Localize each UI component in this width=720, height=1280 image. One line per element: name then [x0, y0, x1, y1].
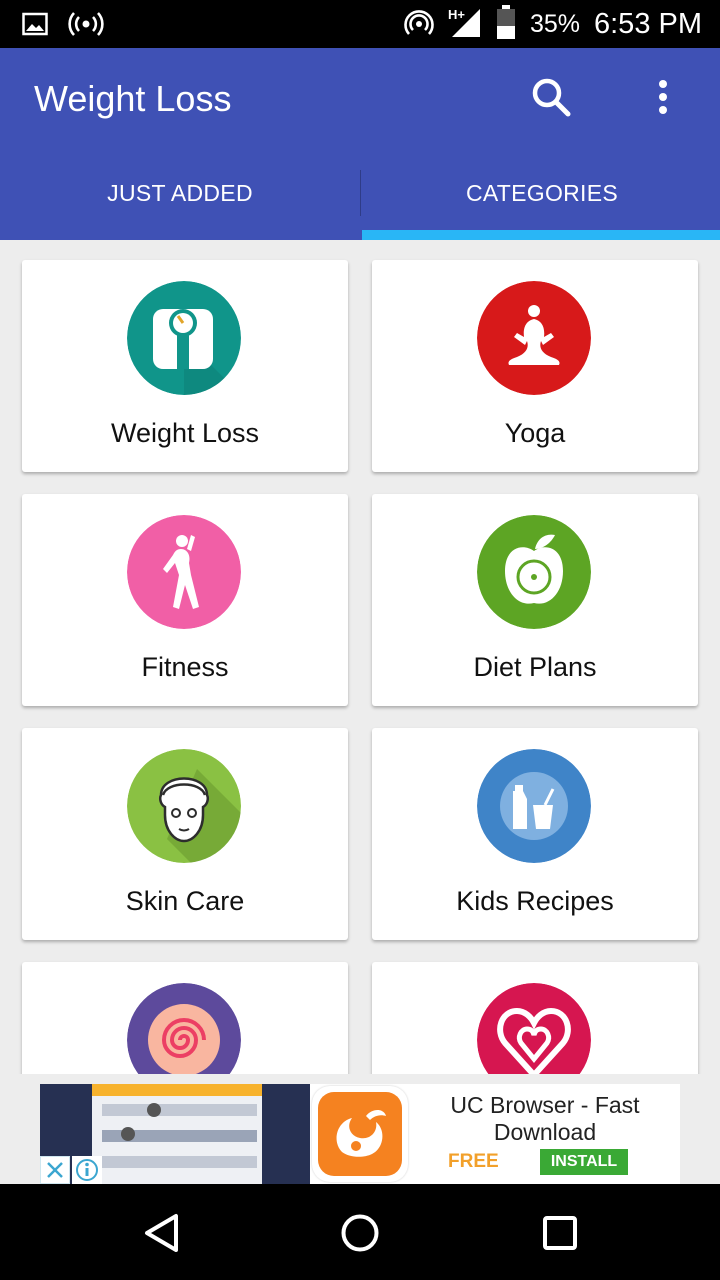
uc-browser-logo-icon [312, 1086, 408, 1182]
tab-selected-indicator [362, 230, 720, 240]
screen: H+ 35% 6:53 PM Weight Loss JUST ADDED CA… [0, 0, 720, 1280]
signal-icon: H+ [448, 5, 482, 44]
category-label: Fitness [141, 652, 229, 682]
yoga-icon [477, 281, 591, 395]
image-notification-icon [22, 12, 48, 41]
clock-time: 6:53 PM [594, 7, 702, 40]
ad-install-button[interactable]: INSTALL [540, 1149, 628, 1175]
swirl-candy-icon [127, 983, 241, 1074]
heart-icon [477, 983, 591, 1074]
more-options-button[interactable] [640, 72, 686, 124]
category-label: Yoga [504, 418, 566, 448]
tab-divider [360, 170, 361, 216]
apple-icon [477, 515, 591, 629]
category-card-7[interactable] [22, 962, 348, 1074]
network-type-label: H+ [448, 7, 465, 22]
home-icon [335, 1214, 385, 1262]
ad-title: UC Browser - Fast Download [450, 1092, 640, 1145]
category-card-yoga[interactable]: Yoga [372, 260, 698, 472]
category-label: Skin Care [125, 886, 245, 916]
recents-icon [535, 1216, 585, 1262]
ad-info-button[interactable] [72, 1156, 102, 1184]
status-bar: H+ 35% 6:53 PM [0, 0, 720, 48]
recents-button[interactable] [535, 1208, 585, 1258]
search-icon [526, 78, 578, 128]
scale-icon [127, 281, 241, 395]
face-mask-icon [127, 749, 241, 863]
cast-icon [404, 7, 434, 42]
category-label: Diet Plans [473, 652, 597, 682]
navigation-bar [0, 1184, 720, 1280]
category-card-diet-plans[interactable]: Diet Plans [372, 494, 698, 706]
category-card-fitness[interactable]: Fitness [22, 494, 348, 706]
milk-carton-icon [477, 749, 591, 863]
category-card-weight-loss[interactable]: Weight Loss [22, 260, 348, 472]
category-label: Weight Loss [110, 418, 260, 448]
tab-just-added[interactable]: JUST ADDED [0, 168, 360, 240]
category-label: Kids Recipes [456, 886, 614, 916]
ad-banner[interactable]: UC Browser - Fast Download FREE INSTALL [40, 1084, 680, 1184]
app-title: Weight Loss [34, 78, 232, 119]
tab-bar: JUST ADDED CATEGORIES [0, 168, 720, 240]
home-button[interactable] [335, 1208, 385, 1258]
battery-percent: 35% [529, 9, 580, 38]
category-grid: Weight Loss Yoga Fitness Diet Plans Skin [0, 240, 720, 1074]
app-bar: Weight Loss JUST ADDED CATEGORIES [0, 48, 720, 240]
category-card-8[interactable] [372, 962, 698, 1074]
battery-icon [496, 4, 516, 44]
more-vert-icon [640, 80, 686, 128]
fitness-icon [127, 515, 241, 629]
category-card-skin-care[interactable]: Skin Care [22, 728, 348, 940]
ad-screenshot-thumbnail [92, 1084, 262, 1184]
category-card-kids-recipes[interactable]: Kids Recipes [372, 728, 698, 940]
back-icon [136, 1214, 186, 1262]
ad-close-button[interactable] [40, 1156, 70, 1184]
search-button[interactable] [526, 72, 578, 124]
back-button[interactable] [136, 1208, 186, 1258]
ad-price: FREE [448, 1151, 499, 1172]
hotspot-icon [68, 10, 104, 43]
